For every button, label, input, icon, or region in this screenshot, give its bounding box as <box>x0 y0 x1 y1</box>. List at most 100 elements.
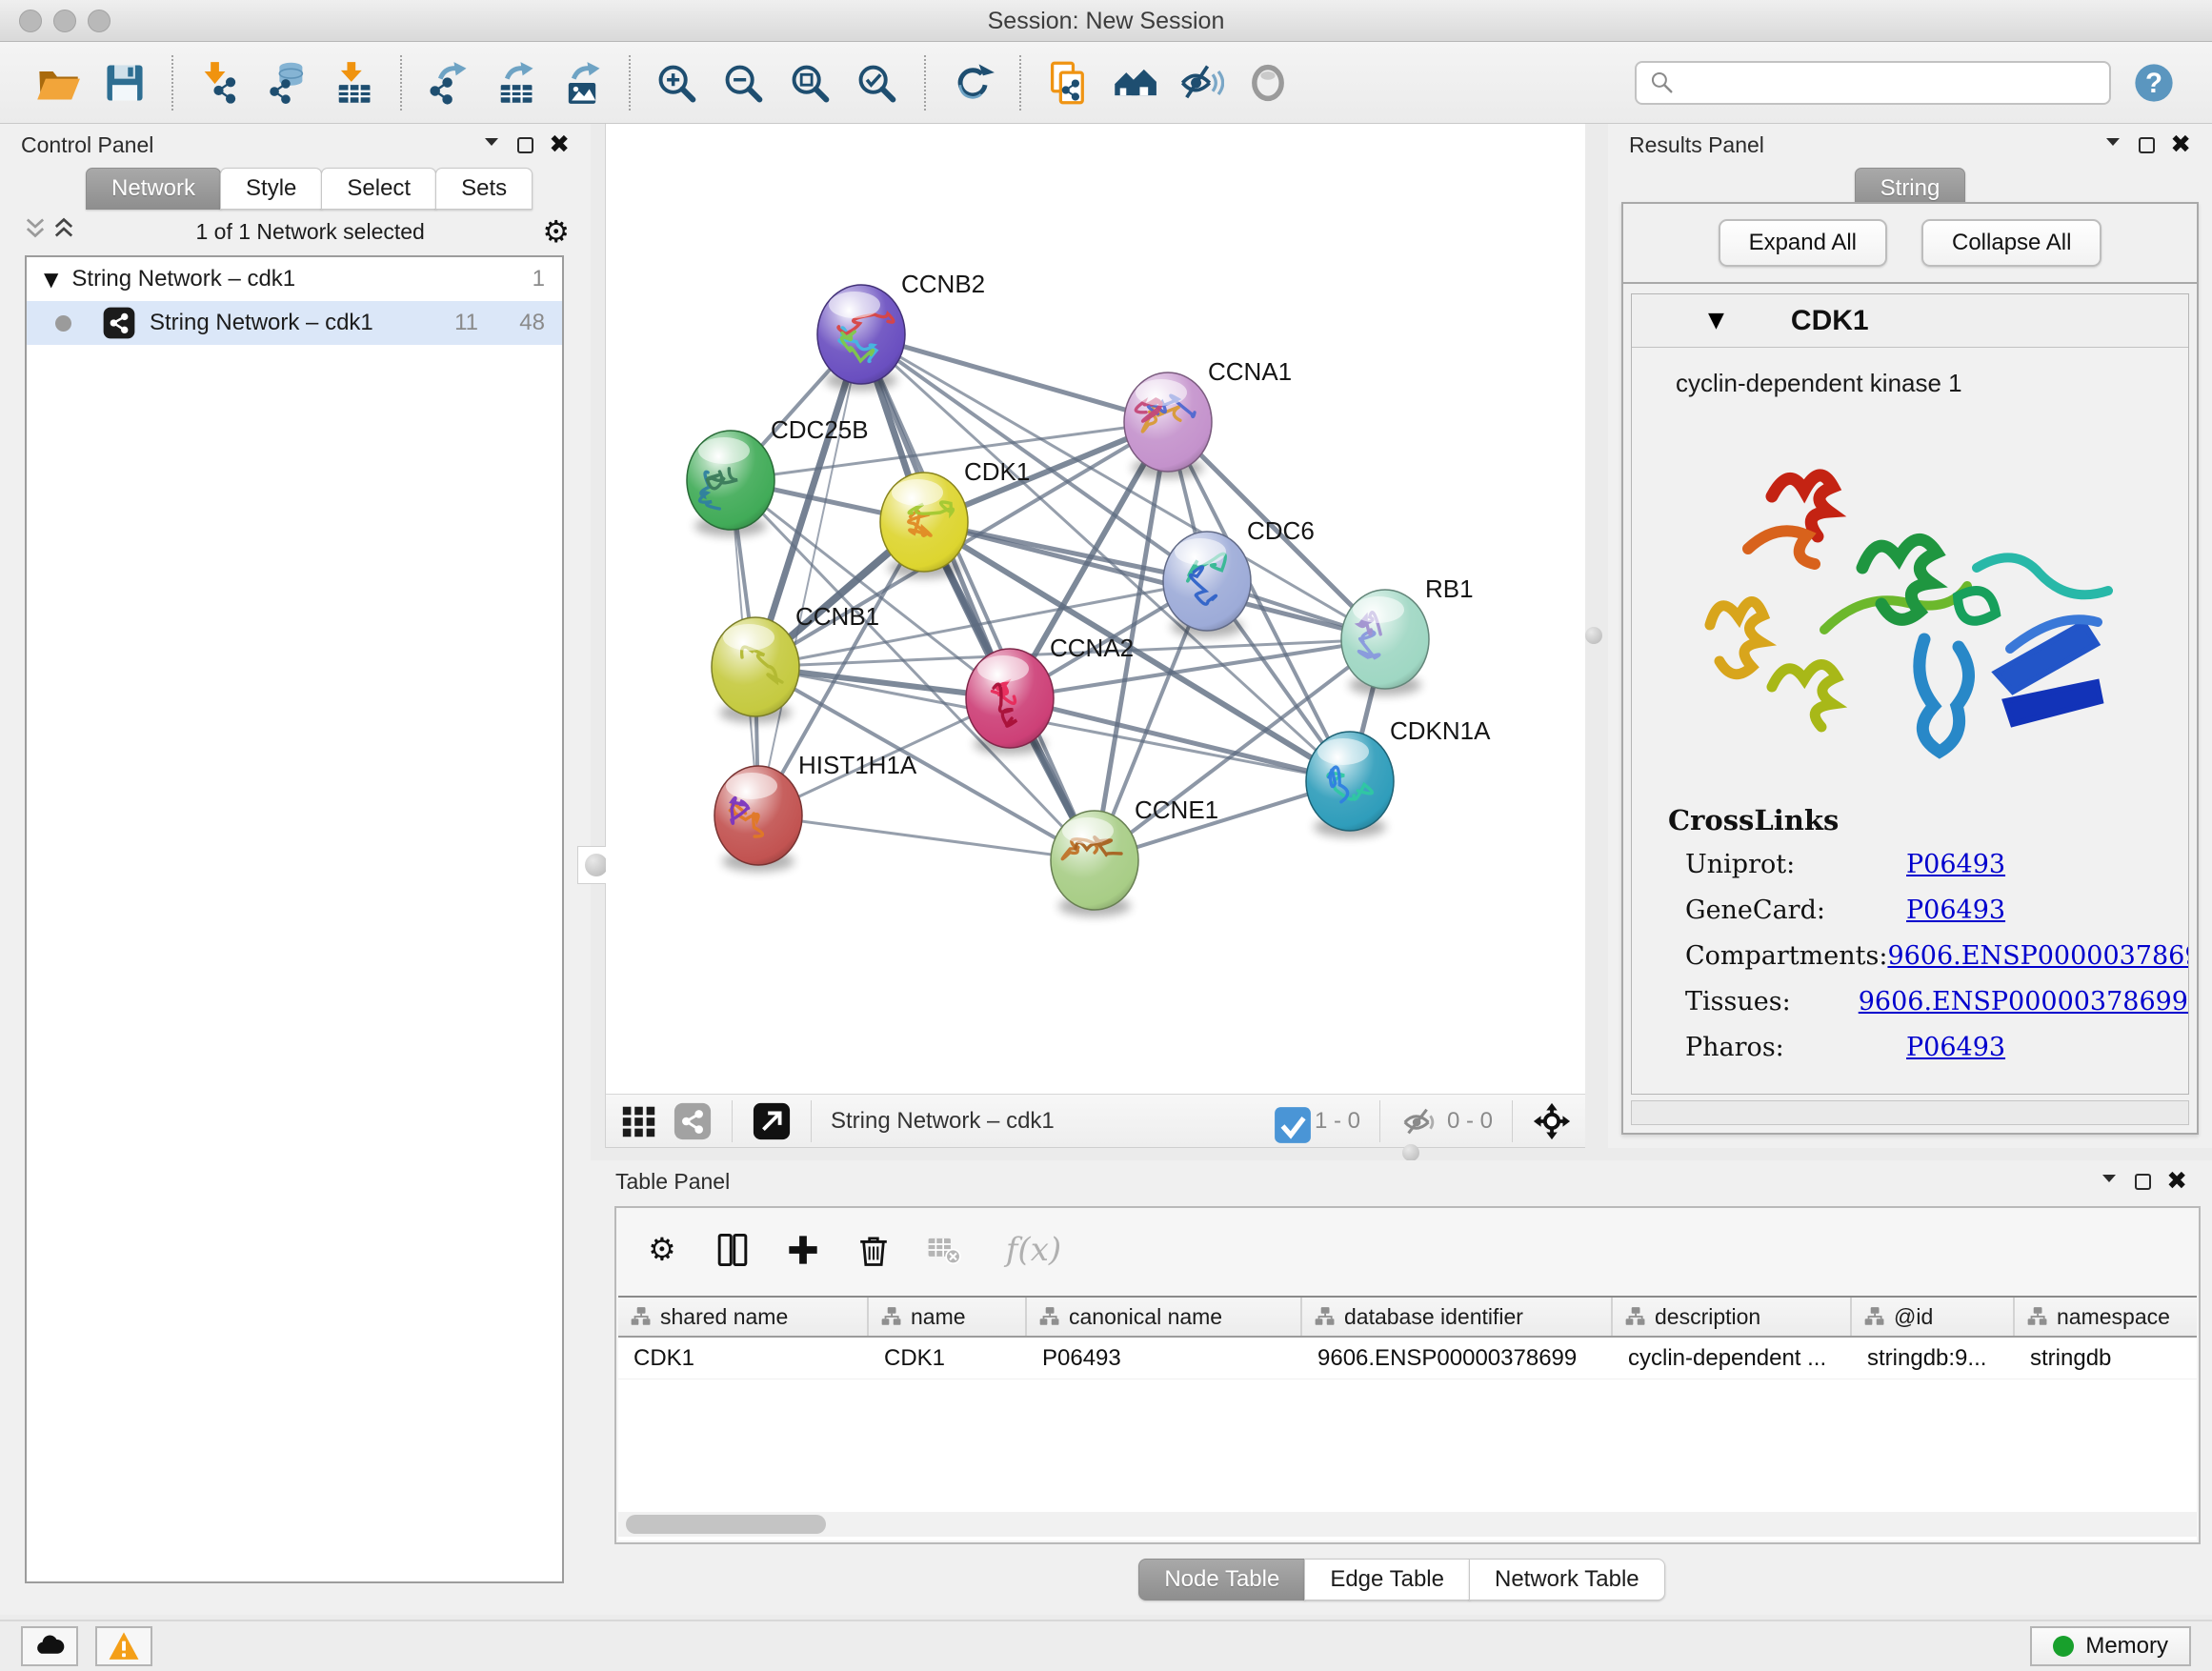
detach-view-icon[interactable] <box>752 1101 792 1141</box>
network-edge-count: 48 <box>492 310 545 336</box>
zoom-in-icon[interactable] <box>652 57 703 109</box>
show-all-icon[interactable] <box>1242 57 1294 109</box>
table-close-icon[interactable]: ✖ <box>2166 1169 2187 1194</box>
network-options-gear-icon[interactable]: ⚙ <box>542 216 570 247</box>
tab-style[interactable]: Style <box>220 168 322 210</box>
node-label: HIST1H1A <box>798 751 917 779</box>
delete-table-icon[interactable] <box>925 1231 963 1269</box>
table-hscrollbar[interactable] <box>618 1512 2197 1537</box>
network-row[interactable]: String Network – cdk1 11 48 <box>27 301 562 345</box>
panel-float-icon[interactable] <box>517 137 533 153</box>
search-box[interactable] <box>1635 61 2111 105</box>
results-panel-title: Results Panel <box>1629 132 1764 158</box>
collection-expand-icon[interactable]: ▼ <box>44 268 58 291</box>
window-title: Session: New Session <box>0 8 2212 35</box>
results-scrollbar[interactable] <box>1631 1100 2189 1125</box>
collapse-all-button[interactable]: Collapse All <box>1921 219 2101 267</box>
table-cell: cyclin-dependent ... <box>1613 1338 1852 1379</box>
crosslink-link[interactable]: 9606.ENSP00000378699 <box>1887 941 2189 971</box>
add-column-icon[interactable] <box>784 1231 822 1269</box>
network-collection-row[interactable]: ▼ String Network – cdk1 1 <box>27 257 562 301</box>
column-header-database-identifier[interactable]: database identifier <box>1302 1298 1613 1336</box>
expand-all-networks-icon[interactable] <box>50 214 78 249</box>
right-splitter[interactable] <box>1585 124 1608 1148</box>
crosslink-link[interactable]: 9606.ENSP00000378699 <box>1859 987 2188 1017</box>
table-panel-title: Table Panel <box>615 1169 730 1195</box>
warnings-button[interactable] <box>95 1626 152 1666</box>
grid-view-icon[interactable] <box>619 1101 659 1141</box>
tab-sets[interactable]: Sets <box>435 168 533 210</box>
panel-menu-icon[interactable] <box>481 131 502 158</box>
hidden-count: 0 - 0 <box>1447 1108 1493 1135</box>
open-session-icon[interactable] <box>32 57 84 109</box>
table-float-icon[interactable] <box>2135 1174 2151 1190</box>
node-label: CCNB2 <box>901 270 985 298</box>
export-table-icon[interactable] <box>490 57 541 109</box>
column-header-name[interactable]: name <box>869 1298 1027 1336</box>
column-header-description[interactable]: description <box>1613 1298 1852 1336</box>
table-menu-icon[interactable] <box>2099 1168 2120 1195</box>
network-node-CDKN1A[interactable]: CDKN1A <box>1306 716 1491 837</box>
search-input[interactable] <box>1679 69 2100 97</box>
tab-edge-table[interactable]: Edge Table <box>1304 1559 1470 1601</box>
birdseye-toggle-icon[interactable] <box>1532 1101 1572 1141</box>
tab-node-table[interactable]: Node Table <box>1138 1559 1305 1601</box>
zoom-fit-icon[interactable] <box>785 57 836 109</box>
export-network-icon[interactable] <box>423 57 474 109</box>
column-header-namespace[interactable]: namespace <box>2015 1298 2212 1336</box>
left-splitter[interactable] <box>591 124 606 1148</box>
column-header--id[interactable]: @id <box>1852 1298 2015 1336</box>
first-neighbors-icon[interactable] <box>1109 57 1160 109</box>
control-panel-tabs: Network Style Select Sets <box>0 168 591 210</box>
help-button[interactable]: ? <box>2128 57 2180 109</box>
hidden-eye-icon[interactable] <box>1399 1102 1438 1140</box>
tab-network-table[interactable]: Network Table <box>1469 1559 1665 1601</box>
column-header-shared-name[interactable]: shared name <box>618 1298 869 1336</box>
horizontal-splitter[interactable] <box>591 1148 2212 1160</box>
crosslink-link[interactable]: P06493 <box>1906 896 2005 925</box>
expand-all-button[interactable]: Expand All <box>1719 219 1887 267</box>
import-table-icon[interactable] <box>328 57 379 109</box>
table-row[interactable]: CDK1CDK1P064939606.ENSP00000378699cyclin… <box>618 1338 2197 1379</box>
memory-button[interactable]: Memory <box>2030 1626 2191 1666</box>
network-canvas[interactable]: CCNB2 CCNA1 CDC25B CDK1 CDC6 RB1 CCNB1 C… <box>606 124 1585 1094</box>
table-settings-icon[interactable]: ⚙ <box>643 1231 681 1269</box>
column-header-canonical-name[interactable]: canonical name <box>1027 1298 1302 1336</box>
section-collapse-icon[interactable]: ▼ <box>1708 309 1724 332</box>
save-session-icon[interactable] <box>99 57 151 109</box>
function-builder-icon[interactable]: f(x) <box>995 1231 1072 1269</box>
refresh-icon[interactable] <box>947 57 998 109</box>
crosslink-link[interactable]: P06493 <box>1906 850 2005 879</box>
network-node-HIST1H1A[interactable]: HIST1H1A <box>714 751 917 872</box>
crosslink-label: Tissues: <box>1685 987 1859 1017</box>
node-table[interactable]: shared namenamecanonical namedatabase id… <box>618 1296 2197 1540</box>
selected-checkbox-icon[interactable] <box>1273 1105 1305 1137</box>
hide-selected-icon[interactable] <box>1176 57 1227 109</box>
import-database-icon[interactable] <box>261 57 312 109</box>
network-node-RB1[interactable]: RB1 <box>1341 574 1474 695</box>
network-view-icon[interactable] <box>673 1101 713 1141</box>
string-network-graph[interactable]: CCNB2 CCNA1 CDC25B CDK1 CDC6 RB1 CCNB1 C… <box>606 124 1585 1094</box>
tab-select[interactable]: Select <box>321 168 436 210</box>
results-float-icon[interactable] <box>2139 137 2155 153</box>
crosslink-link[interactable]: P06493 <box>1906 1033 2005 1062</box>
network-node-CDC6[interactable]: CDC6 <box>1163 516 1315 637</box>
control-panel: Control Panel ✖ Network Style Select Set… <box>0 124 591 1615</box>
panel-close-icon[interactable]: ✖ <box>549 132 570 157</box>
clone-network-icon[interactable] <box>1042 57 1094 109</box>
tab-network[interactable]: Network <box>86 168 221 210</box>
cloud-status-button[interactable] <box>21 1626 78 1666</box>
export-image-icon[interactable] <box>556 57 608 109</box>
collapse-all-networks-icon[interactable] <box>21 214 50 249</box>
toolbar-separator <box>171 55 173 111</box>
import-network-icon[interactable] <box>194 57 246 109</box>
zoom-out-icon[interactable] <box>718 57 770 109</box>
results-menu-icon[interactable] <box>2102 131 2123 158</box>
zoom-selected-icon[interactable] <box>852 57 903 109</box>
network-label: String Network – cdk1 <box>150 310 373 336</box>
table-hscrollbar-thumb[interactable] <box>626 1515 826 1534</box>
delete-column-icon[interactable] <box>855 1231 893 1269</box>
show-columns-icon[interactable] <box>714 1231 752 1269</box>
network-view-toolbar: String Network – cdk1 1 - 0 0 - 0 <box>606 1094 1585 1148</box>
results-close-icon[interactable]: ✖ <box>2170 132 2191 157</box>
